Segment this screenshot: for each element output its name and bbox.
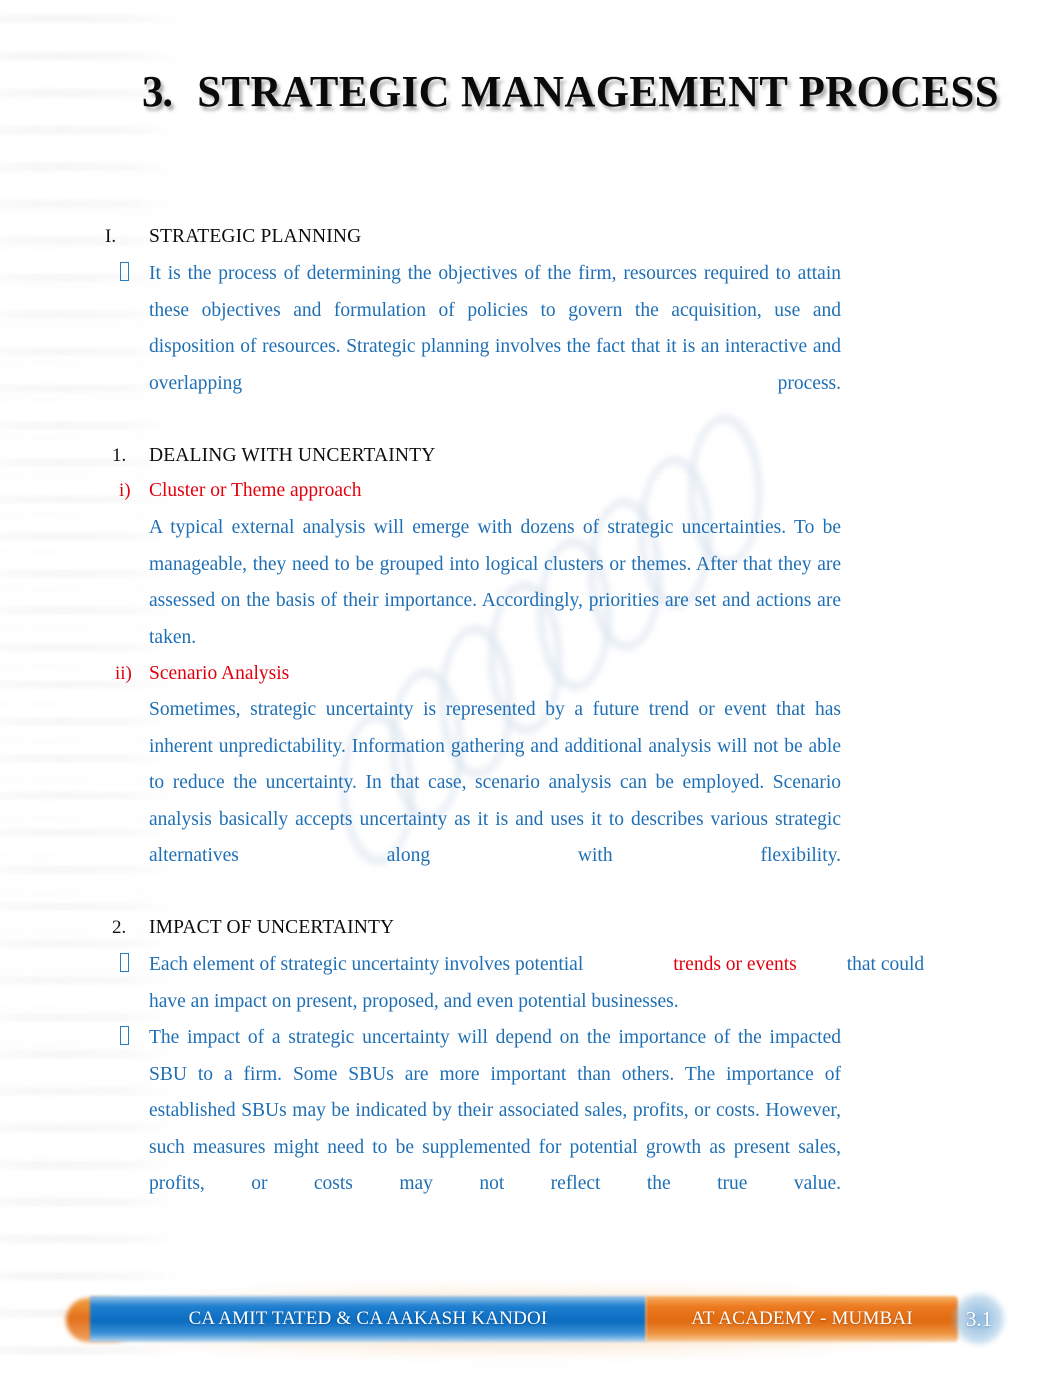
subheading-scenario-analysis: Scenario Analysis bbox=[149, 663, 290, 684]
paragraph-strategic-planning: It is the process of determining the obj… bbox=[149, 263, 841, 394]
paragraph-impact-line2: have an impact on present, proposed, and… bbox=[149, 991, 679, 1012]
bullet-box-icon bbox=[120, 262, 129, 281]
document-page: 3. STRATEGIC MANAGEMENT PROCESS I. STRATE… bbox=[0, 0, 1062, 1377]
section-heading-impact-of-uncertainty: IMPACT OF UNCERTAINTY bbox=[149, 917, 395, 938]
footer-authors-label: CA AMIT TATED & CA AAKASH KANDOI bbox=[188, 1308, 548, 1329]
bullet-box-icon bbox=[120, 1026, 129, 1045]
page-footer: CA AMIT TATED & CA AAKASH KANDOI AT ACAD… bbox=[0, 1282, 1062, 1362]
impact-line1-part-a: Each element of strategic uncertainty in… bbox=[149, 954, 584, 975]
footer-academy-label: AT ACADEMY - MUMBAI bbox=[691, 1308, 913, 1329]
bullet-box-icon bbox=[120, 953, 129, 972]
item-marker-i: i) bbox=[119, 480, 131, 501]
page-number-label: 3.1 bbox=[965, 1307, 993, 1331]
page-title-band: 3. STRATEGIC MANAGEMENT PROCESS bbox=[0, 66, 1062, 138]
page-title: 3. STRATEGIC MANAGEMENT PROCESS bbox=[142, 66, 999, 117]
paragraph-impact-sbu: The impact of a strategic uncertainty wi… bbox=[149, 1027, 841, 1194]
paragraph-scenario-analysis: Sometimes, strategic uncertainty is repr… bbox=[149, 699, 841, 866]
section-marker-2: 2. bbox=[112, 917, 127, 938]
section-marker-I: I. bbox=[105, 226, 117, 247]
section-marker-1: 1. bbox=[112, 445, 127, 466]
section-heading-strategic-planning: STRATEGIC PLANNING bbox=[149, 226, 362, 247]
page-title-number: 3. bbox=[142, 67, 173, 116]
page-title-text: STRATEGIC MANAGEMENT PROCESS bbox=[197, 67, 999, 116]
section-heading-dealing-with-uncertainty: DEALING WITH UNCERTAINTY bbox=[149, 445, 436, 466]
paragraph-impact-line1: Each element of strategic uncertainty in… bbox=[149, 947, 949, 984]
subheading-cluster-or-theme-approach: Cluster or Theme approach bbox=[149, 480, 362, 501]
item-marker-ii: ii) bbox=[115, 663, 132, 684]
impact-line1-part-b: that could bbox=[846, 954, 925, 975]
impact-line1-highlight: trends or events bbox=[673, 954, 797, 975]
